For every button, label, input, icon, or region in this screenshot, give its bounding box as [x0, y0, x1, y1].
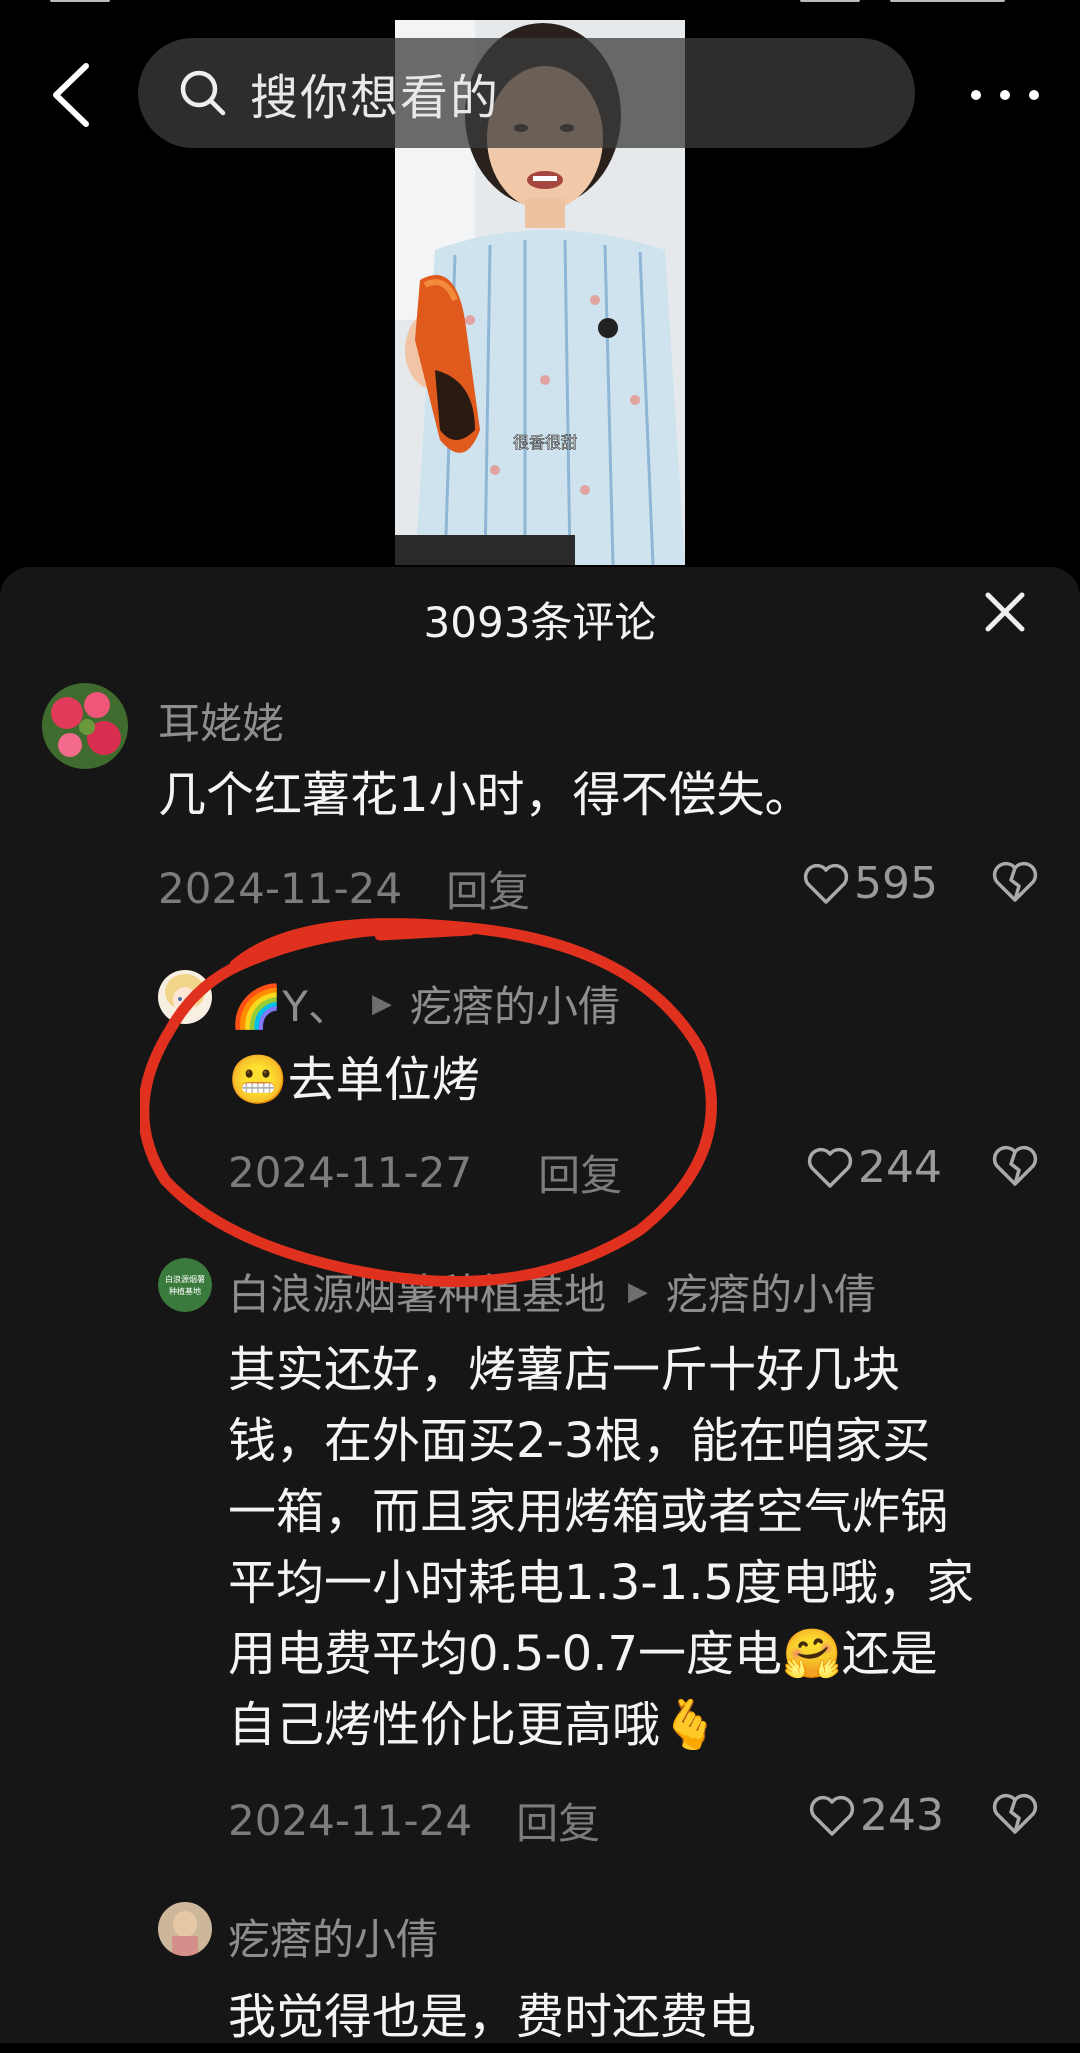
dislike-broken-heart-icon[interactable]	[990, 856, 1040, 906]
comment-line: 其实还好，烤薯店一斤十好几块	[228, 1342, 901, 1398]
video-subtitle: 很香很甜	[513, 433, 577, 452]
comment-date: 2024-11-24	[158, 864, 403, 913]
comment-username[interactable]: 白浪源烟薯种植基地 ▶ 疙瘩的小倩	[228, 1261, 876, 1322]
dislike-broken-heart-icon[interactable]	[990, 1788, 1040, 1838]
reply-button[interactable]: 回复	[538, 1142, 622, 1203]
like-count: 244	[858, 1142, 942, 1193]
search-icon	[180, 70, 226, 116]
comment-meta: 2024-11-24 回复	[228, 1790, 600, 1851]
reply-arrow-icon: ▶	[628, 1276, 649, 1307]
heart-icon	[807, 1147, 853, 1188]
comment-sheet-header: 3093条评论	[0, 567, 1080, 657]
comment-line: 用电费平均0.5-0.7一度电🤗还是	[228, 1626, 938, 1682]
comment-text: 我觉得也是，费时还费电	[228, 1989, 757, 2045]
username-text: 疙瘩的小倩	[228, 1915, 439, 1964]
comment-count: 3093条评论	[423, 598, 657, 647]
reply-to-username[interactable]: 疙瘩的小倩	[666, 1261, 876, 1322]
search-placeholder: 搜你想看的	[250, 70, 501, 126]
reply-to-username[interactable]: 疙瘩的小倩	[410, 973, 620, 1034]
search-bar[interactable]: 搜你想看的	[138, 38, 915, 148]
comment-line: 自己烤性价比更高哦🫰	[228, 1697, 720, 1753]
dislike-broken-heart-icon[interactable]	[990, 1140, 1040, 1190]
more-icon	[971, 90, 981, 100]
username-text: 白浪源烟薯种植基地	[228, 1270, 607, 1319]
heart-icon	[809, 1795, 855, 1836]
avatar[interactable]: 白浪源烟薯 种植基地	[158, 1258, 212, 1312]
avatar-portrait-image	[158, 1902, 212, 1956]
username-text: 耳姥姥	[158, 699, 285, 748]
comment-meta: 2024-11-24 回复	[158, 858, 530, 919]
avatar[interactable]	[42, 683, 128, 769]
comment-line: 一箱，而且家用烤箱或者空气炸锅	[228, 1484, 949, 1540]
grimace-emoji: 😬	[228, 1052, 288, 1108]
comment-username[interactable]: 🌈Y、 ▶ 疙瘩的小倩	[230, 973, 620, 1034]
comment-reply-item: 🌈Y、 ▶ 疙瘩的小倩 😬去单位烤 2024-11-27 回复 244	[0, 965, 1080, 1205]
comment-line: 平均一小时耗电1.3-1.5度电哦，家	[228, 1555, 974, 1611]
comment-text-content: 去单位烤	[287, 1052, 480, 1108]
more-icon-dot	[1029, 90, 1039, 100]
comment-username[interactable]: 疙瘩的小倩	[228, 1906, 438, 1967]
comment-reply-item: 白浪源烟薯 种植基地 白浪源烟薯种植基地 ▶ 疙瘩的小倩 其实还好，烤薯店一斤十…	[0, 1255, 1080, 1848]
back-button[interactable]	[40, 55, 100, 135]
avatar-anime-image	[158, 970, 212, 1024]
close-button[interactable]	[980, 587, 1030, 637]
avatar-logo-text-2: 种植基地	[169, 1286, 201, 1296]
like-button[interactable]: 595	[802, 858, 938, 909]
status-bar	[0, 0, 1080, 8]
comment-reply-item: 疙瘩的小倩 我觉得也是，费时还费电	[0, 1900, 1080, 2045]
like-count: 595	[854, 858, 938, 909]
like-button[interactable]: 244	[806, 1142, 942, 1193]
comment-line: 钱，在外面买2-3根，能在咱家买	[228, 1413, 931, 1469]
heart-icon	[803, 863, 849, 904]
more-icon-dot	[1000, 90, 1010, 100]
back-arrow-icon	[53, 63, 89, 127]
reply-arrow-icon: ▶	[371, 988, 392, 1019]
comment-item: 耳姥姥 几个红薯花1小时，得不偿失。 2024-11-24 回复 595	[0, 680, 1080, 920]
comment-date: 2024-11-27	[228, 1148, 473, 1197]
comment-text: 😬去单位烤	[228, 1045, 1028, 1116]
reply-button[interactable]: 回复	[516, 1790, 600, 1851]
avatar[interactable]	[158, 1902, 212, 1956]
comment-meta: 2024-11-27 回复	[228, 1142, 622, 1203]
comment-username[interactable]: 耳姥姥	[158, 690, 284, 751]
reply-button[interactable]: 回复	[446, 858, 530, 919]
comment-text: 其实还好，烤薯店一斤十好几块 钱，在外面买2-3根，能在咱家买 一箱，而且家用烤…	[228, 1335, 1068, 1761]
video-area[interactable]: 很香很甜 搜你想看的	[0, 0, 1080, 600]
like-count: 243	[860, 1790, 944, 1841]
avatar-logo-text-1: 白浪源烟薯	[165, 1274, 205, 1284]
comment-text: 几个红薯花1小时，得不偿失。	[158, 767, 813, 823]
comment-date: 2024-11-24	[228, 1796, 473, 1845]
close-icon	[985, 592, 1025, 632]
username-text: 🌈Y、	[230, 982, 350, 1031]
avatar-logo-image: 白浪源烟薯 种植基地	[158, 1258, 212, 1312]
like-button[interactable]: 243	[808, 1790, 944, 1841]
more-options-button[interactable]	[965, 70, 1045, 120]
avatar-flowers-image	[42, 683, 128, 769]
avatar[interactable]	[158, 970, 212, 1024]
